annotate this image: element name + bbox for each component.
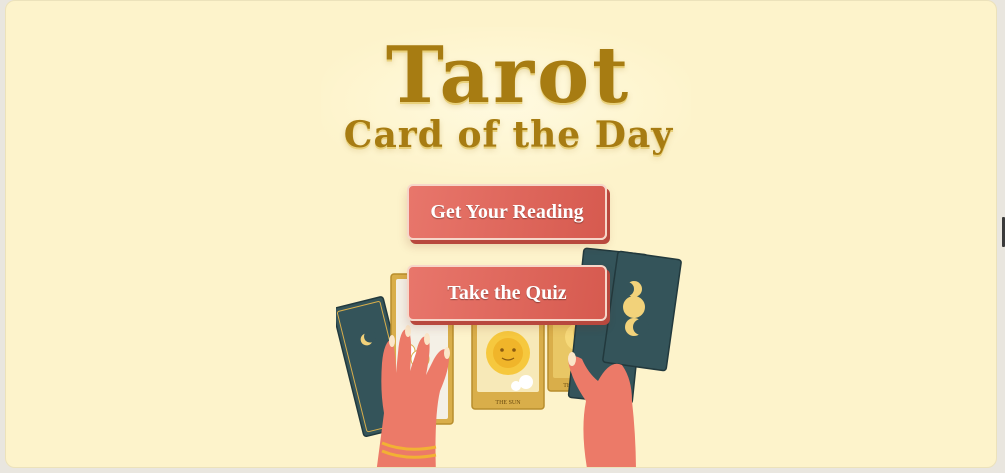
page-subtitle: Card of the Day bbox=[343, 114, 674, 156]
sun-card-label: THE SUN bbox=[495, 400, 521, 406]
take-quiz-button[interactable]: Take the Quiz bbox=[407, 265, 607, 321]
get-reading-button[interactable]: Get Your Reading bbox=[407, 184, 607, 240]
tarot-card-sun: THE SUN bbox=[471, 318, 545, 410]
app-panel: Tarot Card of the Day THE SUN Get Your R… bbox=[5, 0, 997, 468]
page-title: Tarot bbox=[385, 30, 632, 121]
